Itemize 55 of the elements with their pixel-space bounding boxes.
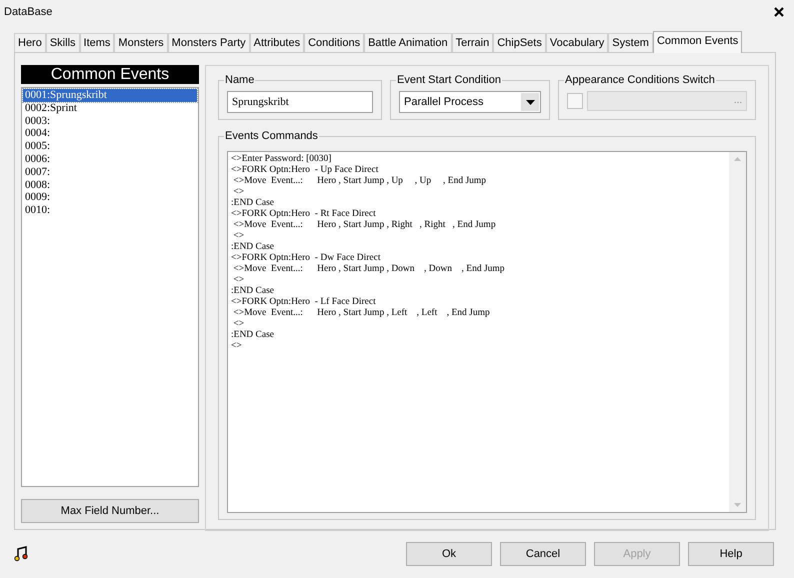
tab[interactable]: Terrain — [452, 33, 494, 52]
list-item[interactable]: 0009: — [23, 191, 197, 204]
tab[interactable]: Monsters Party — [168, 33, 250, 52]
list-item[interactable]: 0001:Sprungskribt — [23, 89, 197, 102]
scrollbar[interactable] — [729, 152, 746, 512]
command-line[interactable]: <>Move Event...: Hero , Start Jump , Down , Down , End Jump — [231, 264, 726, 275]
command-line[interactable]: <>FORK Optn:Hero - Dw Face Direct — [231, 253, 726, 264]
tab[interactable]: Items — [80, 33, 114, 52]
dialog-button[interactable]: Ok — [406, 542, 492, 566]
tab[interactable]: ChipSets — [493, 33, 546, 52]
list-item[interactable]: 0005: — [23, 140, 197, 153]
tab[interactable]: Skills — [46, 33, 80, 52]
command-line[interactable]: :END Case — [231, 242, 726, 253]
dialog-button[interactable]: Cancel — [500, 542, 586, 566]
music-note-icon[interactable] — [14, 546, 30, 562]
command-line[interactable]: :END Case — [231, 286, 726, 297]
start-condition-dropdown[interactable]: Parallel Process — [399, 91, 541, 113]
max-field-number-button[interactable]: Max Field Number... — [21, 499, 199, 523]
list-item[interactable]: 0008: — [23, 178, 197, 192]
tab[interactable]: System — [608, 33, 653, 52]
list-item[interactable]: 0003: — [23, 114, 197, 128]
command-line[interactable]: :END Case — [231, 330, 726, 341]
command-line[interactable]: <>Move Event...: Hero , Start Jump , Up , Up , End Jump — [231, 176, 726, 187]
command-line[interactable]: <> — [231, 187, 726, 198]
command-line[interactable]: <>Enter Password: [0030] — [231, 154, 726, 165]
tab[interactable]: Battle Animation — [364, 33, 452, 52]
command-line[interactable]: <>FORK Optn:Hero - Rt Face Direct — [231, 209, 726, 220]
tab[interactable]: Attributes — [250, 33, 304, 52]
list-item[interactable]: 0007: — [23, 166, 197, 179]
list-item[interactable]: 0010: — [23, 204, 197, 217]
command-line[interactable]: <>FORK Optn:Hero - Up Face Direct — [231, 165, 726, 176]
dialog-button[interactable]: Help — [688, 542, 774, 566]
command-line[interactable]: :END Case — [231, 198, 726, 209]
list-item[interactable]: 0002:Sprint — [23, 102, 197, 115]
appearance-switch-label: Appearance Conditions Switch — [564, 73, 716, 87]
tab[interactable]: Conditions — [304, 33, 364, 52]
tab[interactable]: Monsters — [114, 33, 168, 52]
command-line[interactable]: <> — [231, 319, 726, 330]
name-field[interactable]: Sprungskribt — [227, 91, 373, 113]
tab[interactable]: Hero — [14, 33, 46, 52]
dropdown-value: Parallel Process — [404, 94, 484, 110]
command-line[interactable]: <>Move Event...: Hero , Start Jump , Right , Right , End Jump — [231, 220, 726, 231]
list-item[interactable]: 0006: — [23, 152, 197, 166]
close-icon[interactable] — [774, 7, 784, 17]
list-item[interactable]: 0004: — [23, 127, 197, 140]
tab[interactable]: Vocabulary — [546, 33, 608, 52]
command-line[interactable]: <>FORK Optn:Hero - Lf Face Direct — [231, 297, 726, 308]
switch-checkbox[interactable] — [567, 93, 583, 109]
window-title: DataBase — [4, 4, 52, 20]
command-line[interactable]: <> — [231, 231, 726, 242]
command-line[interactable]: <>Move Event...: Hero , Start Jump , Left , Left , End Jump — [231, 308, 726, 319]
command-line[interactable]: <> — [231, 341, 726, 352]
list-header: Common Events — [21, 65, 199, 84]
tab[interactable]: Common Events — [652, 31, 742, 53]
command-line[interactable]: <> — [231, 275, 726, 286]
